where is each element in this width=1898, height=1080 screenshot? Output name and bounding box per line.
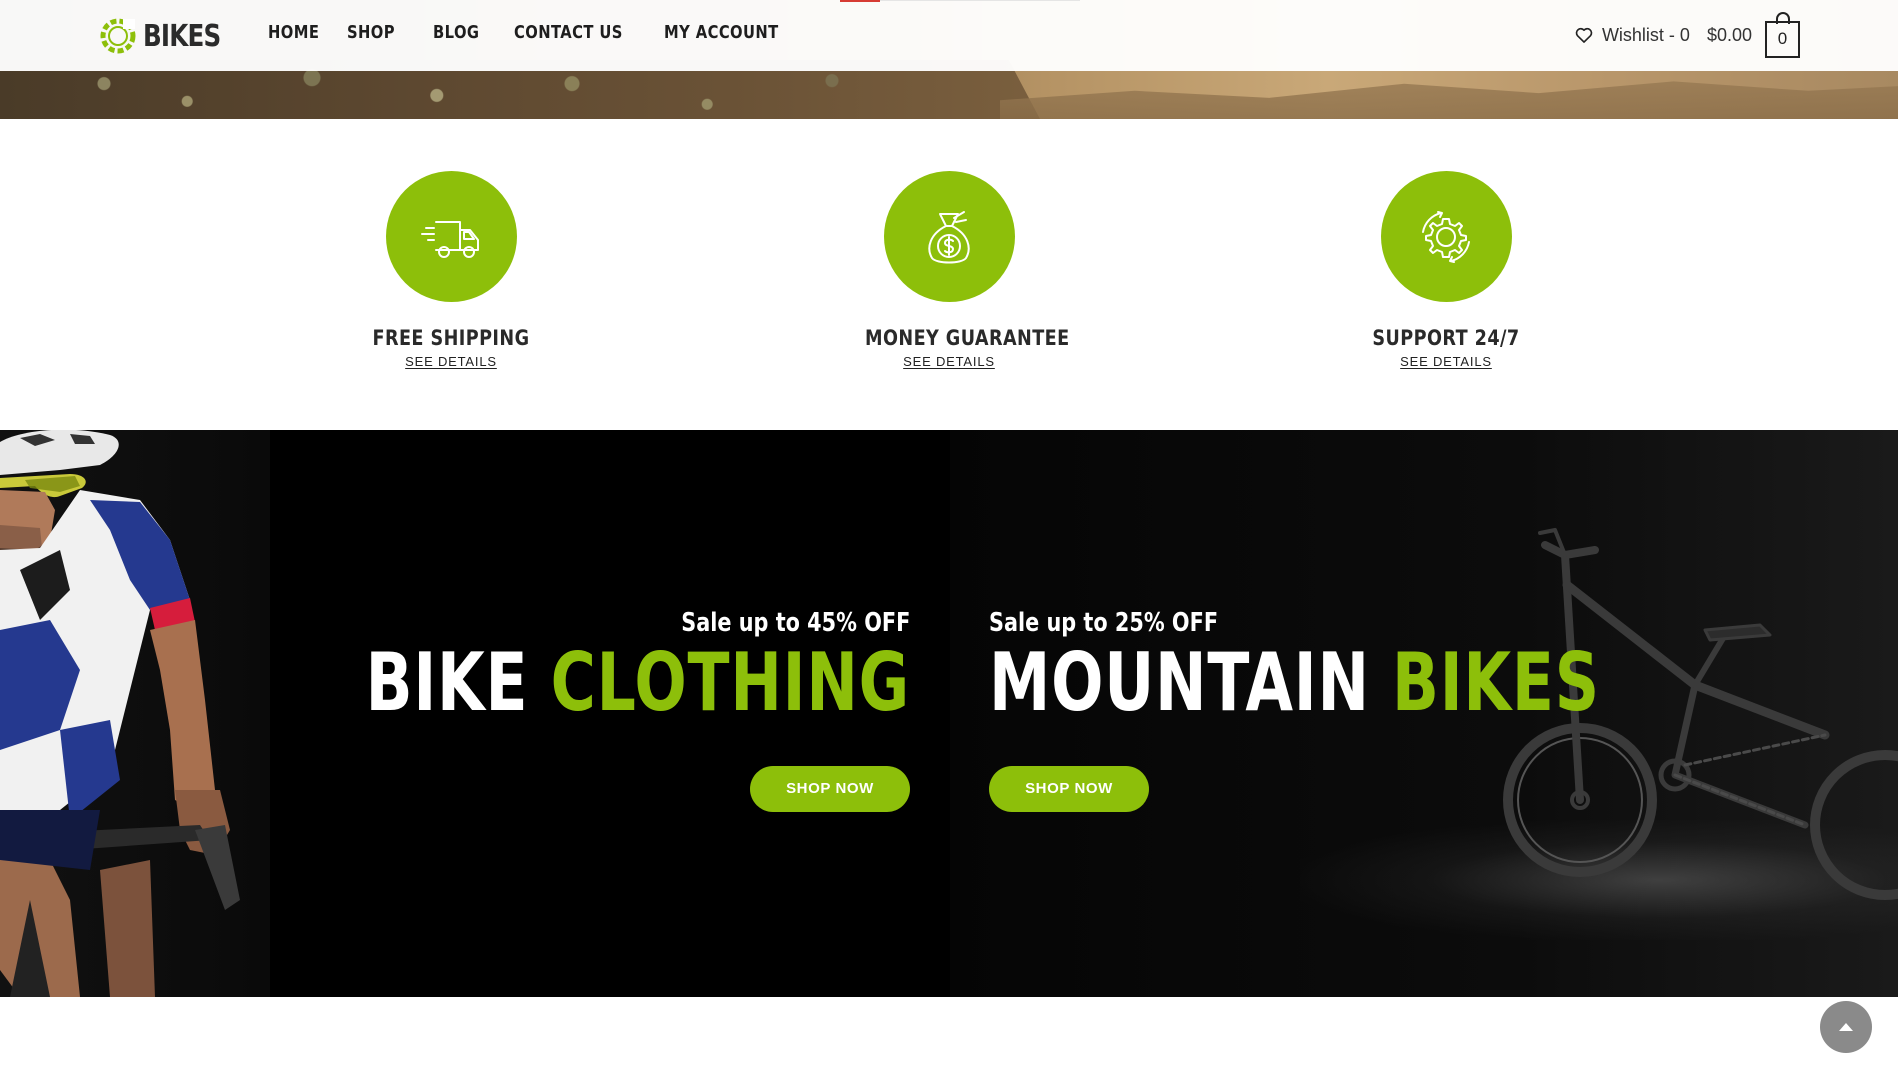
shop-now-button[interactable]: SHOP NOW <box>989 766 1149 812</box>
promo-heading-word2: BIKES <box>1392 636 1600 729</box>
header-divider-line <box>880 0 1080 1</box>
feature-icon-circle <box>385 171 517 302</box>
see-details-link[interactable]: SEE DETAILS <box>405 354 497 369</box>
scroll-to-top-button[interactable] <box>1820 1001 1872 1053</box>
promo-sale-text: Sale up to 25% OFF <box>989 608 1219 638</box>
see-details-link[interactable]: SEE DETAILS <box>1400 354 1492 369</box>
shop-now-button[interactable]: SHOP NOW <box>750 766 910 812</box>
feature-title: FREE SHIPPING <box>372 326 530 350</box>
hills-background <box>1000 81 1898 119</box>
logo-text: BIKES <box>143 18 221 54</box>
nav-home[interactable]: HOME <box>268 22 319 43</box>
wishlist-link[interactable]: Wishlist - 0 <box>1574 25 1690 46</box>
see-details-link[interactable]: SEE DETAILS <box>903 354 995 369</box>
site-header: BIKES HOME SHOP BLOG CONTACT US MY ACCOU… <box>0 0 1898 71</box>
feature-icon-circle <box>1380 171 1512 302</box>
main-nav: HOME SHOP BLOG CONTACT US MY ACCOUNT <box>268 22 844 43</box>
chevron-up-icon <box>1839 1023 1853 1031</box>
shopping-bag-icon <box>1776 11 1790 24</box>
promo-sale-text: Sale up to 45% OFF <box>680 608 910 638</box>
features-section: FREE SHIPPING SEE DETAILS MONEY GUARANTE… <box>0 119 1898 430</box>
feature-icon-circle <box>883 171 1015 302</box>
nav-contact-us[interactable]: CONTACT US <box>514 22 623 43</box>
wishlist-label: Wishlist - 0 <box>1601 24 1690 45</box>
header-accent-line <box>840 0 880 2</box>
money-bag-icon <box>928 210 970 263</box>
promo-heading-word1: BIKE <box>365 636 529 729</box>
header-actions: Wishlist - 0 $0.00 0 <box>1574 11 1800 58</box>
feature-support: SUPPORT 24/7 SEE DETAILS <box>1346 171 1546 371</box>
promo-heading: BIKE CLOTHING <box>366 638 910 728</box>
cart-button[interactable]: 0 <box>1765 11 1800 58</box>
feature-money-guarantee: MONEY GUARANTEE SEE DETAILS <box>849 171 1070 371</box>
nav-blog[interactable]: BLOG <box>433 22 479 43</box>
promo-heading-word2: CLOTHING <box>550 636 910 729</box>
promo-heading-word1: MOUNTAIN <box>989 636 1370 729</box>
nav-shop[interactable]: SHOP <box>347 22 395 43</box>
feature-title: MONEY GUARANTEE <box>865 326 1070 350</box>
promo-mountain-bikes: Sale up to 25% OFF MOUNTAIN BIKES SHOP N… <box>989 608 1782 812</box>
promo-heading: MOUNTAIN BIKES <box>989 638 1600 728</box>
promo-bike-clothing: Sale up to 45% OFF BIKE CLOTHING SHOP NO… <box>203 608 910 812</box>
cart-count: 0 <box>1777 29 1788 48</box>
nav-my-account[interactable]: MY ACCOUNT <box>664 22 779 43</box>
delivery-truck-icon <box>421 220 479 258</box>
cart-total[interactable]: $0.00 <box>1707 25 1752 46</box>
feature-free-shipping: FREE SHIPPING SEE DETAILS <box>351 171 551 371</box>
promo-banner: Sale up to 45% OFF BIKE CLOTHING SHOP NO… <box>0 430 1898 997</box>
chain-logo-icon <box>100 18 136 54</box>
heart-icon <box>1575 27 1593 43</box>
site-logo[interactable]: BIKES <box>97 15 237 57</box>
gear-support-icon <box>1422 210 1470 263</box>
feature-title: SUPPORT 24/7 <box>1372 326 1520 350</box>
